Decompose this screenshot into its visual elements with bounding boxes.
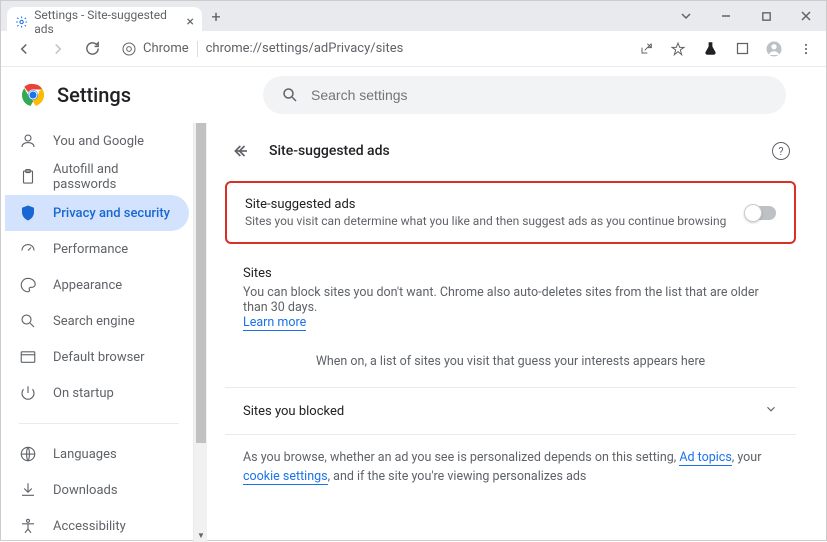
menu-icon[interactable] <box>796 39 816 59</box>
window-controls <box>666 1 826 31</box>
settings-header: Settings <box>1 67 826 123</box>
sidebar-item-label: Accessibility <box>53 519 126 534</box>
palette-icon <box>19 276 37 294</box>
sidebar-item-label: Languages <box>53 447 117 462</box>
page-title: Settings <box>57 83 131 107</box>
close-tab-button[interactable]: × <box>187 14 194 30</box>
back-button[interactable] <box>11 36 37 62</box>
chevron-down-icon <box>764 402 778 420</box>
sidebar-item-label: Default browser <box>53 350 145 365</box>
help-button[interactable]: ? <box>772 142 790 160</box>
site-chip[interactable]: Chrome <box>121 41 189 57</box>
url-text[interactable]: chrome://settings/adPrivacy/sites <box>206 41 404 56</box>
reload-button[interactable] <box>79 36 105 62</box>
sidebar-item-label: Performance <box>53 242 128 257</box>
site-suggested-ads-toggle[interactable] <box>746 206 776 220</box>
learn-more-link[interactable]: Learn more <box>243 315 306 331</box>
sidebar-item-label: Privacy and security <box>53 206 170 221</box>
search-box[interactable] <box>263 76 786 114</box>
sidebar-item-appearance[interactable]: Appearance <box>5 267 189 303</box>
person-icon <box>19 132 37 150</box>
row-title: Sites you blocked <box>243 404 344 419</box>
browser-tab[interactable]: Settings - Site-suggested ads × <box>7 7 202 37</box>
content-back-button[interactable] <box>231 140 253 162</box>
card-description: Sites you visit can determine what you l… <box>245 214 746 228</box>
sidebar-item-accessibility[interactable]: Accessibility <box>5 508 189 542</box>
download-icon <box>19 481 37 499</box>
search-input[interactable] <box>311 87 768 103</box>
maximize-button[interactable] <box>746 1 786 31</box>
window-titlebar: Settings - Site-suggested ads × + <box>1 1 826 31</box>
minimize-button[interactable] <box>706 1 746 31</box>
sidebar-item-privacy[interactable]: Privacy and security <box>5 195 189 231</box>
scrollbar-thumb[interactable] <box>196 123 206 443</box>
bookmark-icon[interactable] <box>668 39 688 59</box>
divider <box>197 41 198 57</box>
chrome-icon <box>121 41 137 57</box>
section-title: Sites <box>243 266 778 281</box>
sidebar-item-label: Autofill and passwords <box>53 162 175 192</box>
ad-topics-link[interactable]: Ad topics <box>679 450 731 466</box>
sidebar-item-startup[interactable]: On startup <box>5 375 189 411</box>
sites-you-blocked-row[interactable]: Sites you blocked <box>225 388 796 435</box>
browser-icon <box>19 348 37 366</box>
sidebar-item-label: Downloads <box>53 483 118 498</box>
chevron-down-icon[interactable] <box>666 1 706 31</box>
footer-note: As you browse, whether an ad you see is … <box>225 435 796 501</box>
sidebar-item-search[interactable]: Search engine <box>5 303 189 339</box>
sidebar-item-languages[interactable]: Languages <box>5 436 189 472</box>
shield-icon <box>19 204 37 222</box>
scroll-down-button[interactable]: ▼ <box>194 528 208 542</box>
site-suggested-ads-card: Site-suggested ads Sites you visit can d… <box>225 181 796 244</box>
sidebar: You and Google Autofill and passwords Pr… <box>1 123 193 542</box>
profile-icon[interactable] <box>764 39 784 59</box>
globe-icon <box>19 445 37 463</box>
gear-icon <box>15 15 28 29</box>
new-tab-button[interactable]: + <box>202 7 230 26</box>
gauge-icon <box>19 240 37 258</box>
sidebar-scrollbar[interactable]: ▼ <box>193 123 207 542</box>
labs-icon[interactable] <box>700 39 720 59</box>
content-pane: Site-suggested ads ? Site-suggested ads … <box>211 123 826 542</box>
tab-title: Settings - Site-suggested ads <box>34 8 180 36</box>
sidebar-item-label: You and Google <box>53 134 144 149</box>
share-icon[interactable] <box>636 39 656 59</box>
extensions-icon[interactable] <box>732 39 752 59</box>
sidebar-item-label: Appearance <box>53 278 122 293</box>
clipboard-icon <box>19 168 37 186</box>
chrome-logo-icon <box>21 83 45 107</box>
empty-state-note: When on, a list of sites you visit that … <box>243 330 778 373</box>
sidebar-item-performance[interactable]: Performance <box>5 231 189 267</box>
forward-button[interactable] <box>45 36 71 62</box>
sidebar-item-you-and-google[interactable]: You and Google <box>5 123 189 159</box>
search-icon <box>19 312 37 330</box>
sidebar-item-default-browser[interactable]: Default browser <box>5 339 189 375</box>
content-title: Site-suggested ads <box>269 143 390 159</box>
power-icon <box>19 384 37 402</box>
site-label: Chrome <box>143 41 189 56</box>
search-icon <box>281 86 299 104</box>
card-title: Site-suggested ads <box>245 197 746 212</box>
sidebar-item-label: Search engine <box>53 314 135 329</box>
sites-section: Sites You can block sites you don't want… <box>225 252 796 388</box>
accessibility-icon <box>19 517 37 535</box>
content-header: Site-suggested ads ? <box>211 129 810 173</box>
close-window-button[interactable] <box>786 1 826 31</box>
section-description: You can block sites you don't want. Chro… <box>243 285 759 315</box>
divider <box>19 423 179 424</box>
sidebar-item-autofill[interactable]: Autofill and passwords <box>5 159 189 195</box>
sidebar-item-label: On startup <box>53 386 114 401</box>
cookie-settings-link[interactable]: cookie settings <box>243 469 328 485</box>
sidebar-item-downloads[interactable]: Downloads <box>5 472 189 508</box>
